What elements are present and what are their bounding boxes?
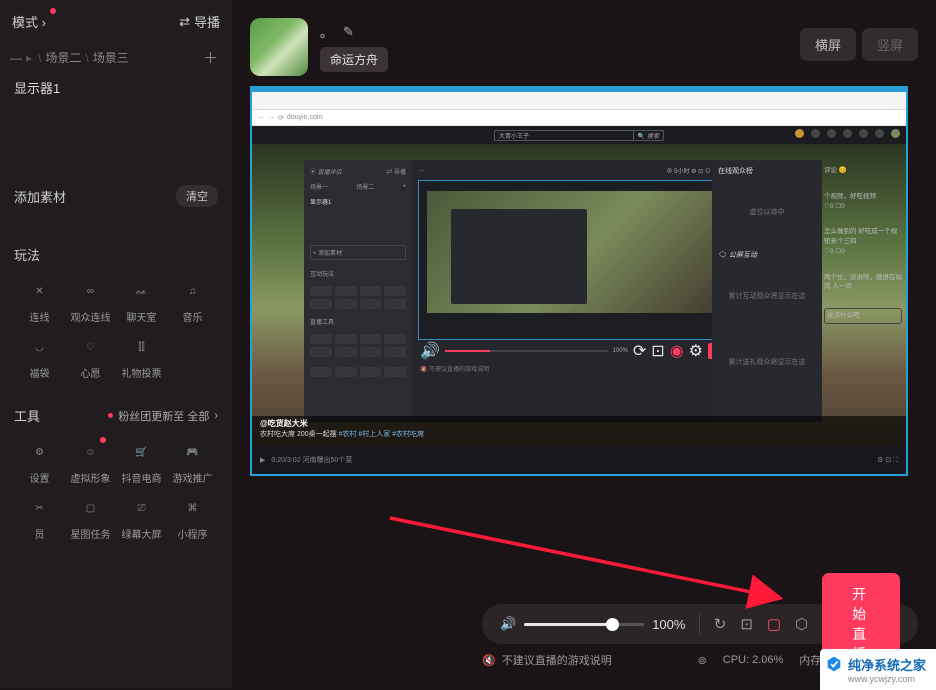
volume-value: 100% (652, 617, 685, 632)
tip-text[interactable]: 🔇不建议直播的游戏说明 (482, 652, 612, 668)
url-bar: ←→⟳douyin.com (252, 110, 906, 126)
add-scene-icon[interactable]: ＋ (199, 47, 222, 68)
preview-canvas[interactable]: ←→⟳douyin.com 大胃小王子🔍 搜索 ⦿ 直播伴侣⇄ 导播 场景一场景… (250, 86, 908, 476)
daobo-button[interactable]: ⇄ 导播 (179, 12, 220, 31)
orient-vertical[interactable]: 竖屏 (862, 28, 918, 61)
play-section-title: 玩法 (14, 245, 40, 264)
tool-member[interactable]: ✂员 (14, 495, 65, 541)
play-item-lianxian[interactable]: ✕连线 (14, 278, 65, 324)
tool-avatar[interactable]: ☺虚拟形象 (65, 439, 116, 485)
mute-icon: 🔇 (482, 654, 496, 667)
add-material-label[interactable]: 添加素材 (14, 187, 66, 206)
orient-horizontal[interactable]: 横屏 (800, 28, 856, 61)
stream-tag[interactable]: 命运方舟 (320, 47, 388, 72)
scene-tab[interactable]: 场景二 (45, 49, 81, 66)
cpu-stat: CPU: 2.06% (723, 654, 784, 666)
watermark: 纯净系统之家www.ycwjzy.com (820, 649, 936, 690)
scene-tabs: —▸\ 场景二\ 场景三 ＋ (0, 39, 232, 78)
play-item-wish[interactable]: ♡心愿 (65, 334, 116, 380)
side-panel: 在线观众榜 虚位以待中 🗨 公屏互动 累计互动观众将显示在这 累计送礼观众将显示… (712, 160, 822, 422)
browser-tab-bar (252, 92, 906, 110)
tool-greenscreen[interactable]: ⎚绿幕大屏 (116, 495, 167, 541)
scene-tab[interactable]: 场景三 (93, 49, 129, 66)
play-item-bag[interactable]: ◡福袋 (14, 334, 65, 380)
control-bar: 🔊 100% ↻ ⊡ ▢ ⬡ 开始直播 (482, 604, 918, 644)
sidebar: 模式 › ⇄ 导播 —▸\ 场景二\ 场景三 ＋ 显示器1 添加素材 清空 玩法… (0, 0, 232, 688)
stream-thumbnail[interactable] (250, 18, 308, 76)
play-item-vote[interactable]: ⫿⫿礼物投票 (116, 334, 167, 380)
edit-icon[interactable]: ✎ (343, 24, 354, 40)
play-item-audience[interactable]: ∞观众连线 (65, 278, 116, 324)
play-bar: ▶0:20/3:02 河南曝出50个菜⚙ ⊡ ⛶ (252, 446, 906, 474)
tool-miniapp[interactable]: ⌘小程序 (167, 495, 218, 541)
health-icon: ⊚ (698, 654, 707, 667)
orientation-toggle: 横屏 竖屏 (800, 28, 918, 61)
main-area: 。 ✎ 命运方舟 横屏 竖屏 ←→⟳douyin.com 大胃小王子🔍 搜索 ⦿ … (232, 0, 936, 688)
volume-slider[interactable] (524, 623, 644, 626)
nested-window: ⦿ 直播伴侣⇄ 导播 场景一场景二+ 显示器1 + 添加素材 互动玩法 直播工具… (304, 160, 764, 422)
speaker-icon[interactable]: 🔊 (500, 616, 516, 632)
tool-settings[interactable]: ⚙设置 (14, 439, 65, 485)
volume-control[interactable]: 🔊 100% (500, 616, 685, 632)
tool-ecommerce[interactable]: 🛒抖音电商 (116, 439, 167, 485)
camera-icon[interactable]: ▢ (767, 615, 781, 633)
stream-title: 。 (320, 22, 333, 41)
scene-tab[interactable]: — (10, 51, 22, 65)
fans-update-link[interactable]: 粉丝团更新至 全部 › (108, 408, 218, 424)
tools-section-title: 工具 (14, 406, 40, 425)
caption-bar: @吃货赵大米 农村吃大席 200桌一起摆 #农村 #村上人家 #农村吃席 (252, 416, 906, 446)
settings-icon[interactable]: ⬡ (795, 615, 808, 633)
search-box: 大胃小王子🔍 搜索 (494, 130, 664, 141)
clear-button[interactable]: 清空 (176, 185, 218, 207)
refresh-icon[interactable]: ↻ (714, 615, 727, 633)
play-item-chat[interactable]: ᨐ聊天室 (116, 278, 167, 324)
tool-xingtu[interactable]: ▢星图任务 (65, 495, 116, 541)
monitor-label[interactable]: 显示器1 (0, 78, 232, 105)
play-item-music[interactable]: ♫音乐 (167, 278, 218, 324)
screen-icon[interactable]: ⊡ (740, 615, 753, 633)
tool-gamepromo[interactable]: 🎮游戏推广 (167, 439, 218, 485)
comments: 评论 😊 个视频，好吃视频♡0 ☐0 怎么做到的 好吃成一个规矩来个三四♡0 ☐… (824, 166, 902, 340)
mode-label[interactable]: 模式 › (12, 12, 46, 31)
